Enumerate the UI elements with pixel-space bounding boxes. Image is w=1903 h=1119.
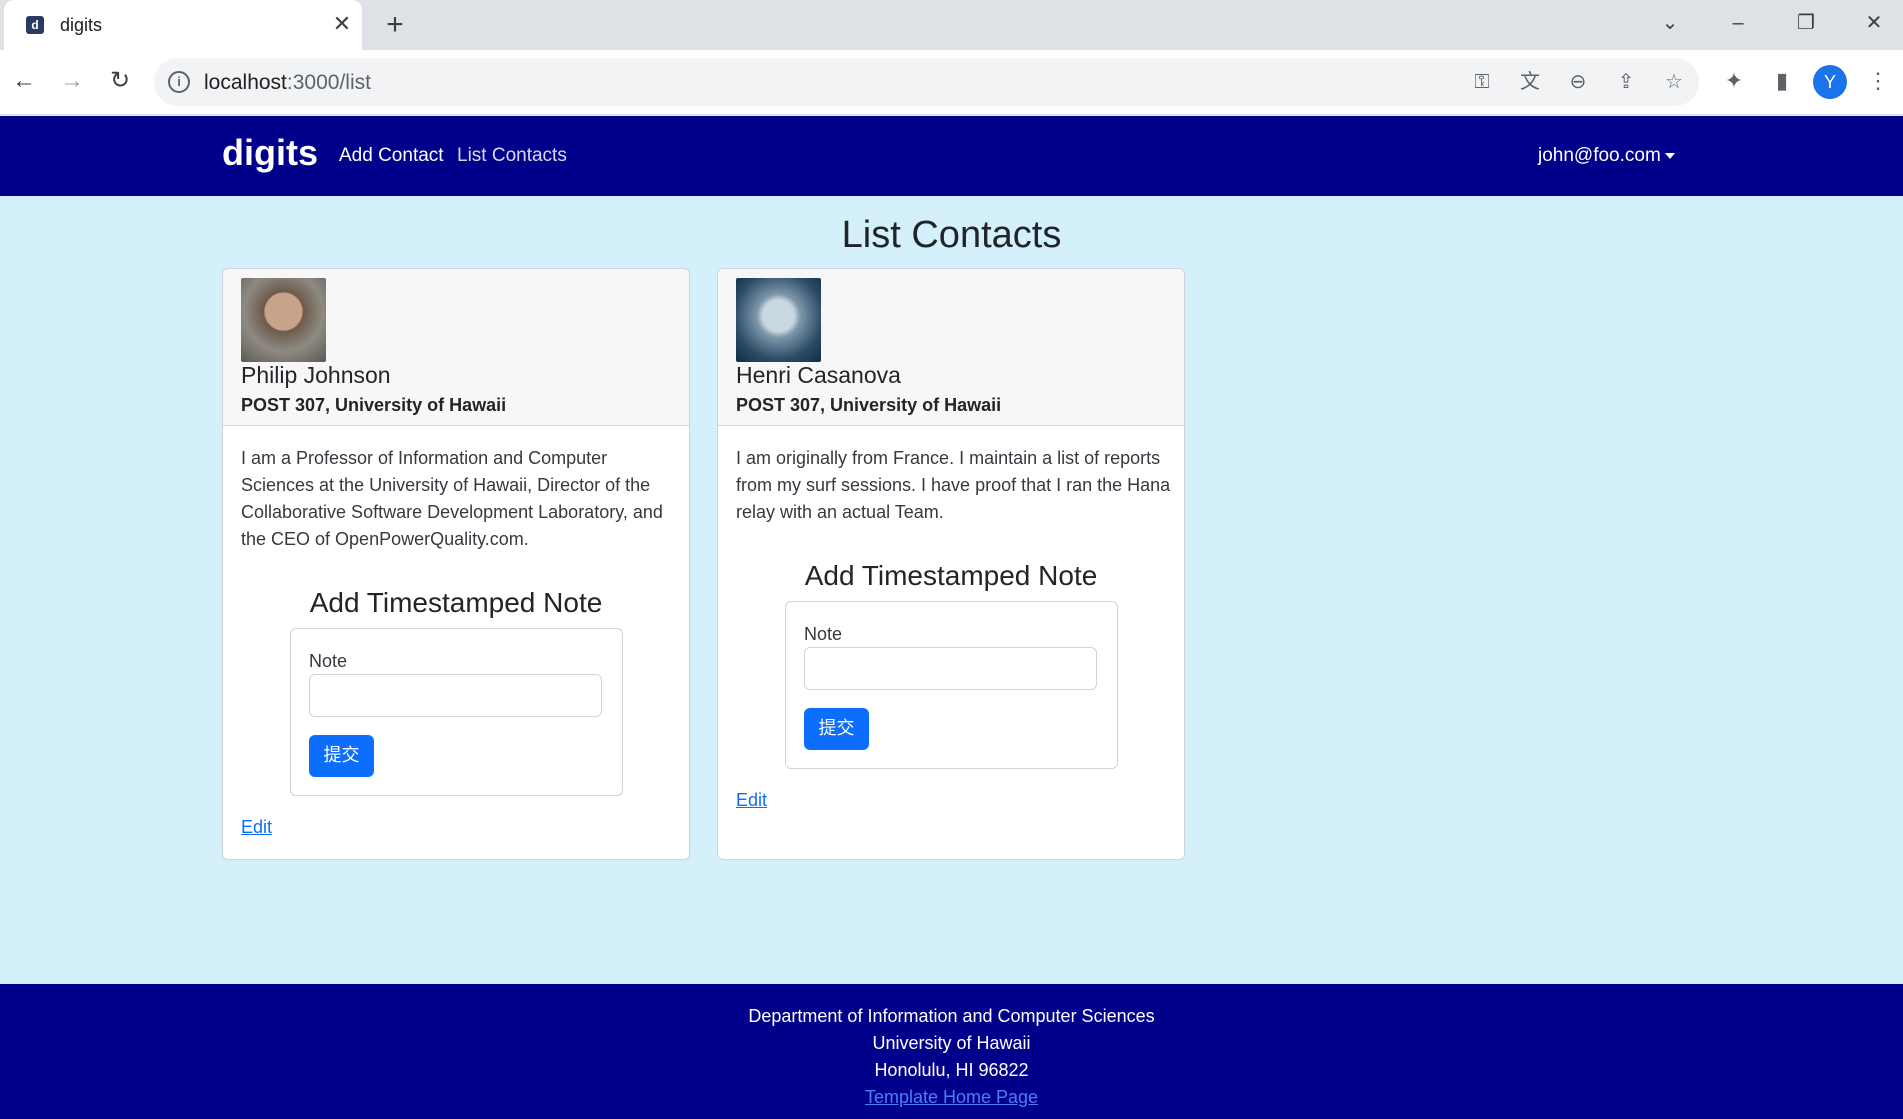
- note-form: Note 提交: [290, 628, 623, 796]
- favicon-icon: d: [26, 16, 44, 34]
- note-form: Note 提交: [785, 601, 1118, 769]
- contact-address: POST 307, University of Hawaii: [241, 395, 507, 415]
- contact-description: I am a Professor of Information and Comp…: [241, 448, 663, 549]
- app-navbar: digits Add Contact List Contacts john@fo…: [0, 116, 1903, 196]
- close-window-icon[interactable]: ✕: [1856, 8, 1892, 38]
- restore-icon[interactable]: ❐: [1788, 8, 1824, 38]
- tab-strip: d digits ✕ + ⌄ – ❐ ✕: [0, 0, 1903, 50]
- site-info-icon[interactable]: i: [168, 71, 190, 93]
- note-input[interactable]: [309, 674, 602, 717]
- edit-link[interactable]: Edit: [241, 817, 272, 838]
- zoom-out-icon[interactable]: ⊖: [1564, 68, 1592, 96]
- contact-card: Henri Casanova POST 307, University of H…: [717, 268, 1185, 860]
- contact-card: Philip Johnson POST 307, University of H…: [222, 268, 690, 860]
- contact-photo: [241, 278, 326, 362]
- contact-address: POST 307, University of Hawaii: [736, 395, 1002, 415]
- note-label: Note: [804, 624, 843, 644]
- template-home-link[interactable]: Template Home Page: [865, 1087, 1038, 1107]
- user-email: john@foo.com: [1538, 145, 1661, 166]
- user-dropdown[interactable]: john@foo.com: [1538, 145, 1675, 167]
- back-icon[interactable]: ←: [6, 63, 42, 99]
- caret-down-icon: [1664, 152, 1675, 159]
- side-panel-icon[interactable]: ▮: [1766, 65, 1798, 97]
- url-text[interactable]: localhost:3000/list: [204, 71, 371, 95]
- footer-address: Honolulu, HI 96822: [874, 1060, 1029, 1080]
- note-label: Note: [309, 651, 348, 671]
- card-header: Philip Johnson POST 307, University of H…: [223, 269, 689, 426]
- address-bar[interactable]: i localhost:3000/list ⚿ 文 ⊖ ⇪ ☆: [154, 58, 1699, 106]
- note-input[interactable]: [804, 647, 1097, 690]
- browser-tab[interactable]: d digits ✕: [4, 0, 362, 50]
- contact-description: I am originally from France. I maintain …: [736, 448, 1171, 522]
- share-icon[interactable]: ⇪: [1612, 68, 1640, 96]
- nav-list-contacts[interactable]: List Contacts: [457, 145, 567, 167]
- edit-link[interactable]: Edit: [736, 790, 767, 811]
- extensions-icon[interactable]: ✦: [1718, 65, 1750, 97]
- note-form-title: Add Timestamped Note: [804, 560, 1098, 591]
- tab-search-icon[interactable]: ⌄: [1652, 8, 1688, 38]
- submit-button[interactable]: 提交: [804, 708, 869, 750]
- brand-logo[interactable]: digits: [222, 132, 318, 174]
- footer-department: Department of Information and Computer S…: [748, 1006, 1155, 1026]
- submit-button[interactable]: 提交: [309, 735, 374, 777]
- browser-toolbar: ← → ↻ i localhost:3000/list ⚿ 文 ⊖ ⇪ ☆ ✦ …: [0, 50, 1903, 115]
- translate-icon[interactable]: 文: [1516, 68, 1544, 96]
- footer: Department of Information and Computer S…: [0, 984, 1903, 1119]
- key-icon[interactable]: ⚿: [1468, 68, 1496, 96]
- contact-name: Henri Casanova: [736, 362, 901, 388]
- page-title: List Contacts: [841, 214, 1062, 256]
- footer-university: University of Hawaii: [872, 1033, 1031, 1053]
- close-tab-icon[interactable]: ✕: [330, 12, 354, 36]
- contact-name: Philip Johnson: [241, 362, 391, 388]
- profile-avatar[interactable]: Y: [1813, 65, 1847, 99]
- contact-photo: [736, 278, 821, 362]
- nav-add-contact[interactable]: Add Contact: [339, 145, 444, 167]
- forward-icon[interactable]: →: [54, 63, 90, 99]
- new-tab-icon[interactable]: +: [380, 10, 410, 40]
- minimize-icon[interactable]: –: [1720, 8, 1756, 38]
- menu-dots-icon[interactable]: ⋮: [1862, 65, 1894, 97]
- note-form-title: Add Timestamped Note: [309, 587, 603, 618]
- reload-icon[interactable]: ↻: [102, 63, 138, 99]
- bookmark-star-icon[interactable]: ☆: [1660, 68, 1688, 96]
- card-header: Henri Casanova POST 307, University of H…: [718, 269, 1184, 426]
- tab-title: digits: [60, 15, 103, 35]
